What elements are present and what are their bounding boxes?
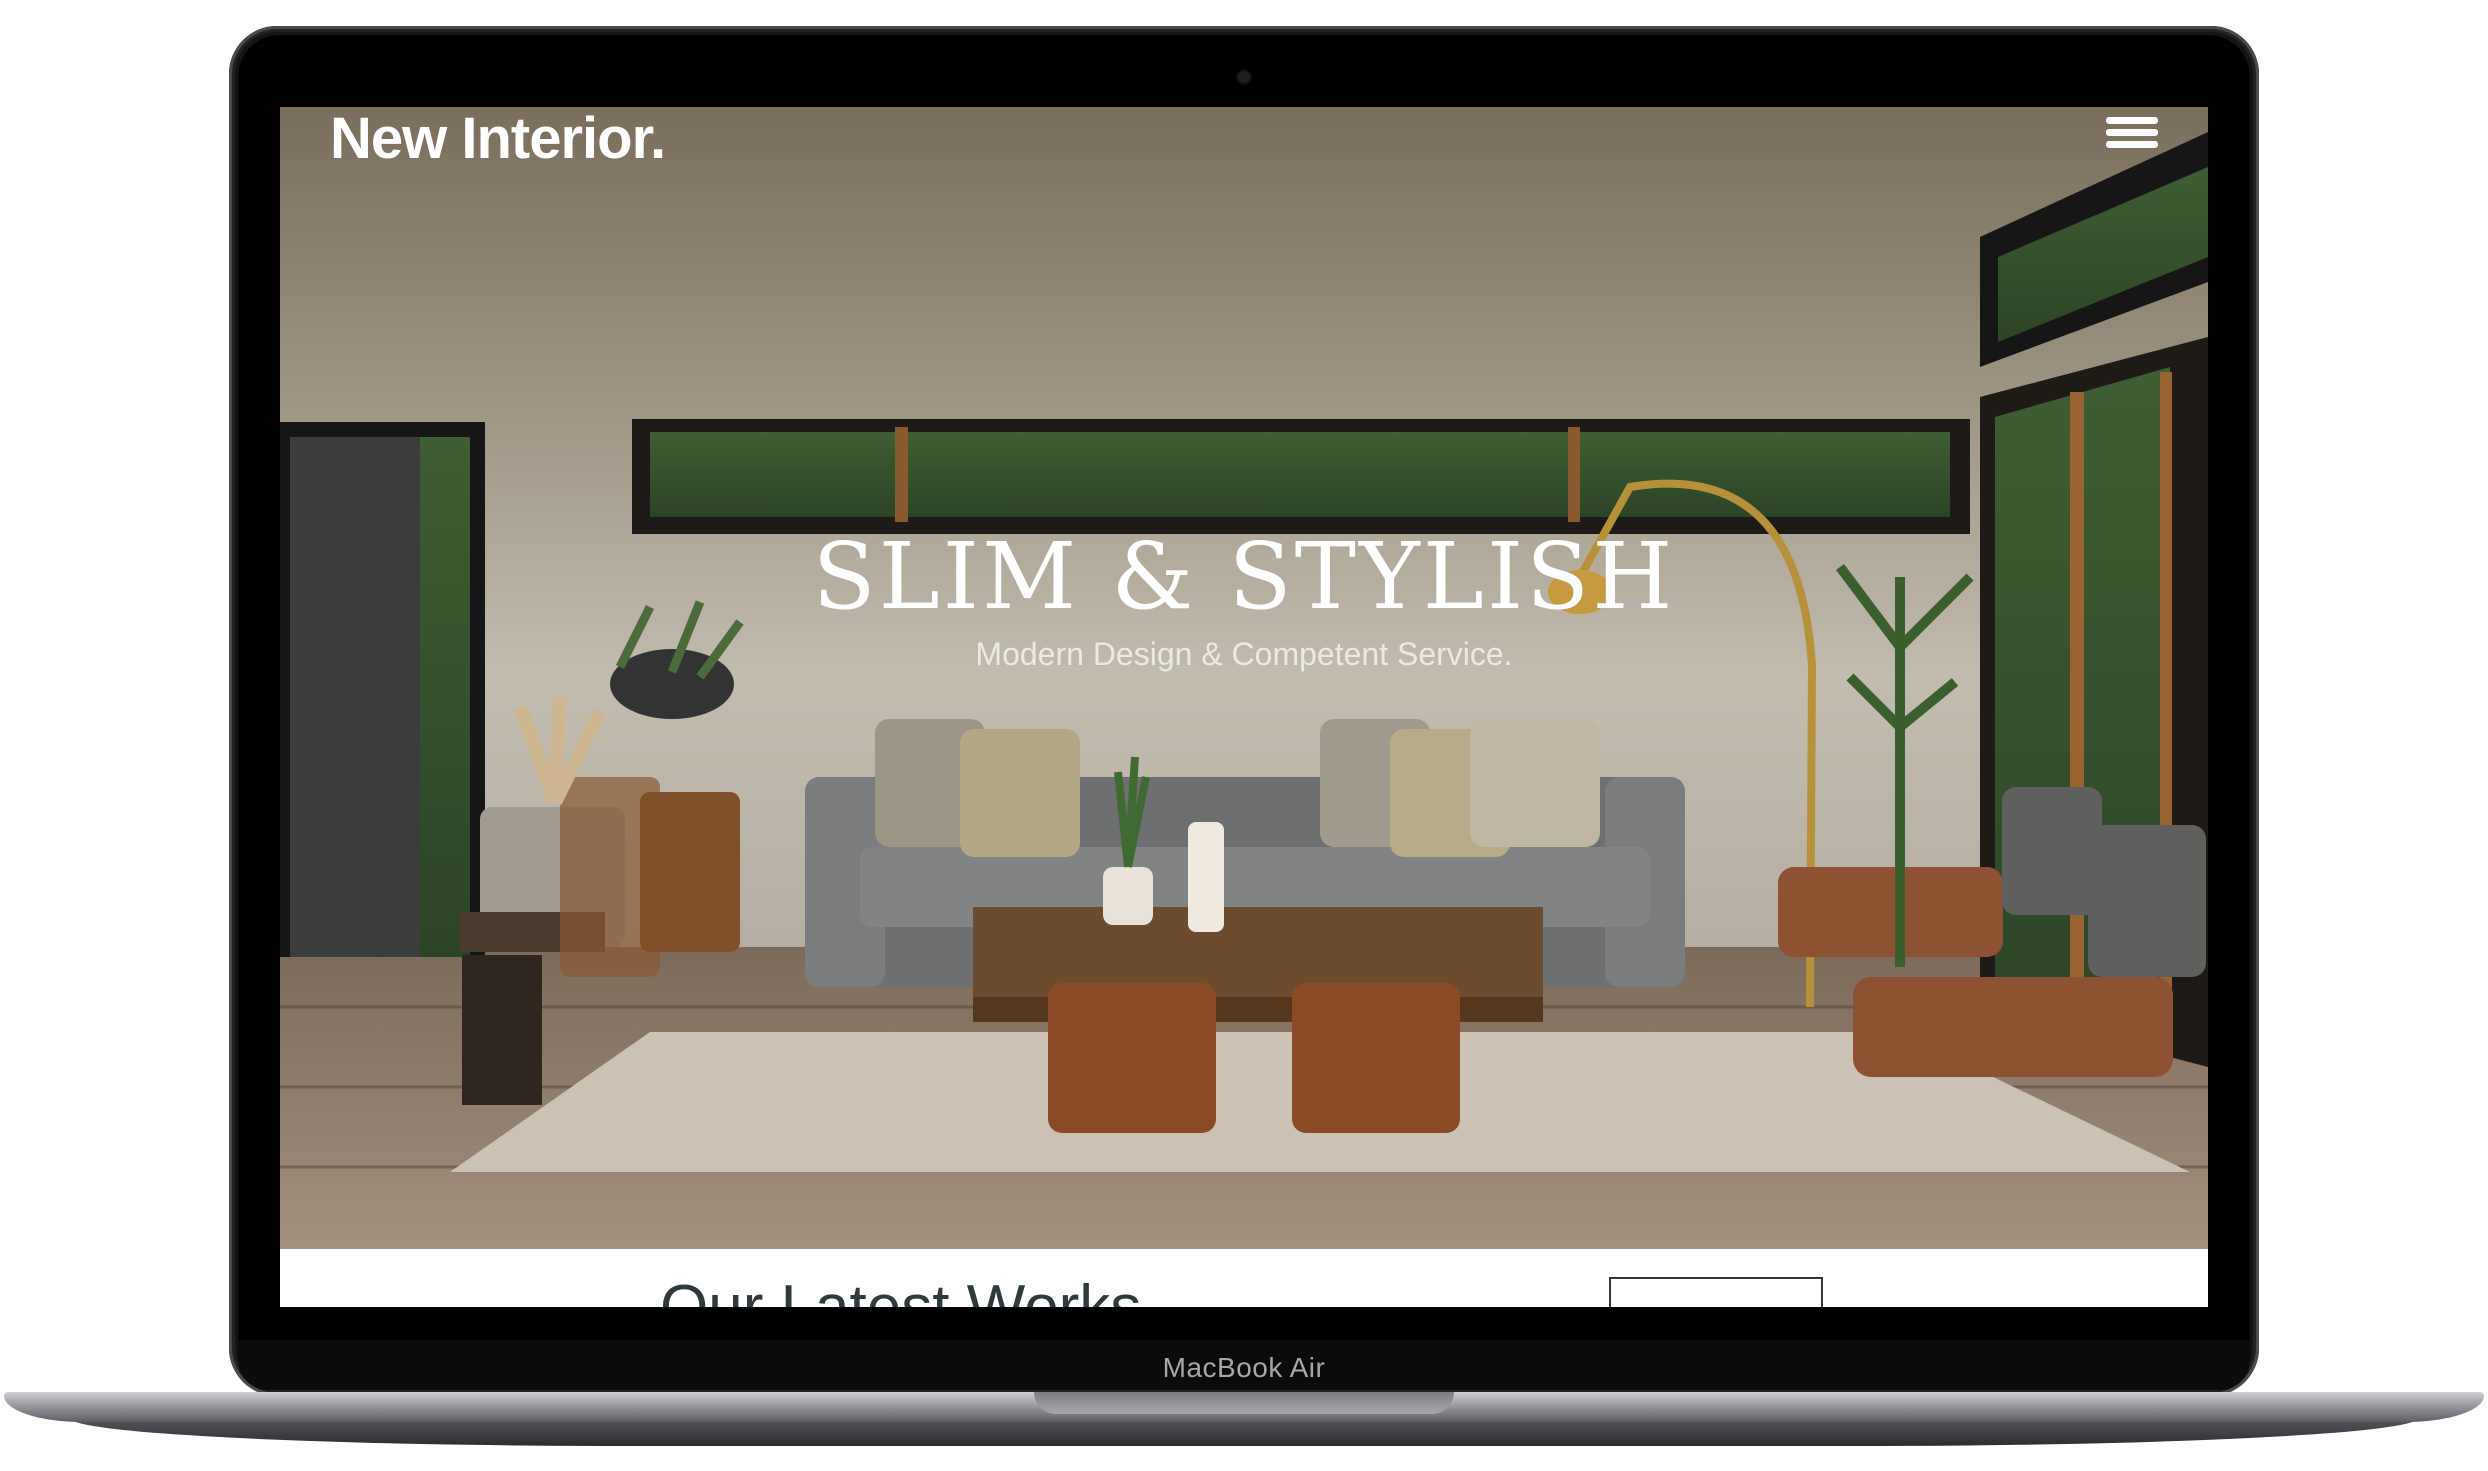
laptop-hinge-notch [1034,1392,1454,1414]
laptop-base-bottom [70,1418,2418,1446]
section-button[interactable] [1609,1277,1823,1307]
section-title: Our Latest Works [660,1273,1141,1307]
site-logo[interactable]: New Interior. [330,107,666,171]
hero-title: SLIM & STYLISH [812,523,1676,630]
model-label: MacBook Air [1162,1352,1326,1383]
camera-icon [1238,71,1250,83]
hamburger-menu-icon[interactable] [2106,117,2158,157]
browser-viewport: New Interior. SLIM & STYLISH Modern Desi… [280,107,2208,1307]
hero-section: New Interior. SLIM & STYLISH Modern Desi… [280,107,2208,1249]
hero-background-image [280,107,2208,1249]
latest-works-section: Our Latest Works [280,1249,2208,1307]
hero-subtitle: Modern Design & Competent Service. [975,636,1513,672]
